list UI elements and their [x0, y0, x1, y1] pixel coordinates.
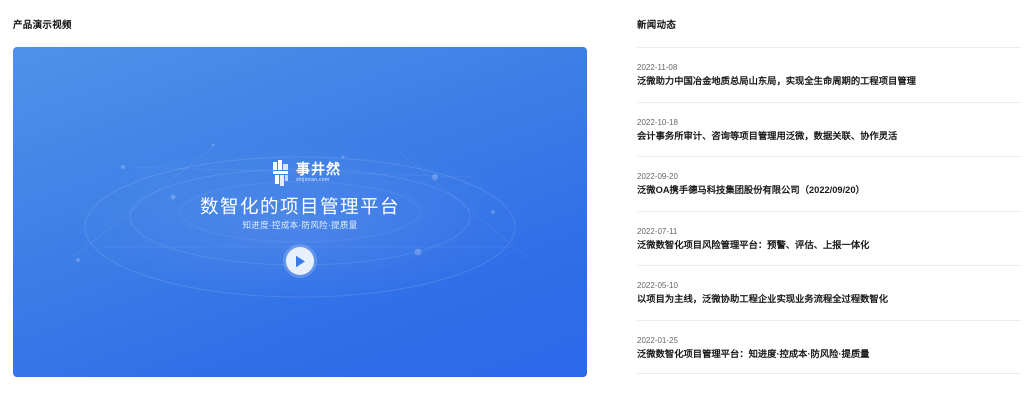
news-headline-link[interactable]: 泛微数智化项目风险管理平台：预警、评估、上报一体化: [637, 239, 1021, 252]
news-headline-link[interactable]: 泛微OA携手德马科技集团股份有限公司（2022/09/20）: [637, 184, 1021, 197]
news-list: 2022-11-08 泛微助力中国冶金地质总局山东局，实现全生命周期的工程项目管…: [637, 47, 1021, 374]
news-date: 2022-11-08: [637, 63, 678, 72]
play-icon: [296, 255, 305, 267]
news-headline-link[interactable]: 泛微数智化项目管理平台：知进度·控成本·防风险·提质量: [637, 348, 1021, 361]
news-date: 2022-01-25: [637, 335, 678, 345]
news-item[interactable]: 2022-10-18 会计事务所审计、咨询等项目管理用泛微，数据关联、协作灵活: [637, 101, 1021, 157]
brand-logo: 事井然 shijinran.com: [272, 159, 341, 187]
brand-domain: shijinran.com: [296, 177, 330, 183]
news-date: 2022-05-10: [637, 281, 678, 290]
play-button[interactable]: [283, 244, 317, 278]
video-section-title: 产品演示视频: [13, 20, 72, 31]
news-headline-link[interactable]: 会计事务所审计、咨询等项目管理用泛微，数据关联、协作灵活: [637, 130, 1021, 143]
play-button-inner: [286, 247, 314, 275]
news-item[interactable]: 2022-05-10 以项目为主线，泛微协助工程企业实现业务流程全过程数智化: [637, 265, 1021, 320]
news-date: 2022-10-18: [637, 117, 678, 127]
news-item[interactable]: 2022-09-20 泛微OA携手德马科技集团股份有限公司（2022/09/20…: [637, 156, 1021, 211]
news-item[interactable]: 2022-01-25 泛微数智化项目管理平台：知进度·控成本·防风险·提质量: [637, 319, 1021, 374]
news-date: 2022-09-20: [637, 172, 678, 181]
video-headline: 数智化的项目管理平台: [199, 196, 400, 217]
news-headline-link[interactable]: 以项目为主线，泛微协助工程企业实现业务流程全过程数智化: [637, 293, 1021, 306]
news-headline-link[interactable]: 泛微助力中国冶金地质总局山东局，实现全生命周期的工程项目管理: [637, 75, 1021, 88]
video-slogan: 知进度·控成本·防风险·提质量: [242, 220, 358, 230]
news-item[interactable]: 2022-07-11 泛微数智化项目风险管理平台：预警、评估、上报一体化: [637, 210, 1021, 266]
brand-logo-icon: [273, 160, 288, 186]
news-date: 2022-07-11: [637, 226, 678, 236]
brand-name: 事井然: [296, 161, 341, 177]
product-demo-video[interactable]: 事井然 shijinran.com 数智化的项目管理平台 知进度·控成本·防风险…: [13, 47, 587, 377]
news-section-title: 新闻动态: [637, 20, 677, 31]
news-item[interactable]: 2022-11-08 泛微助力中国冶金地质总局山东局，实现全生命周期的工程项目管…: [637, 47, 1021, 102]
